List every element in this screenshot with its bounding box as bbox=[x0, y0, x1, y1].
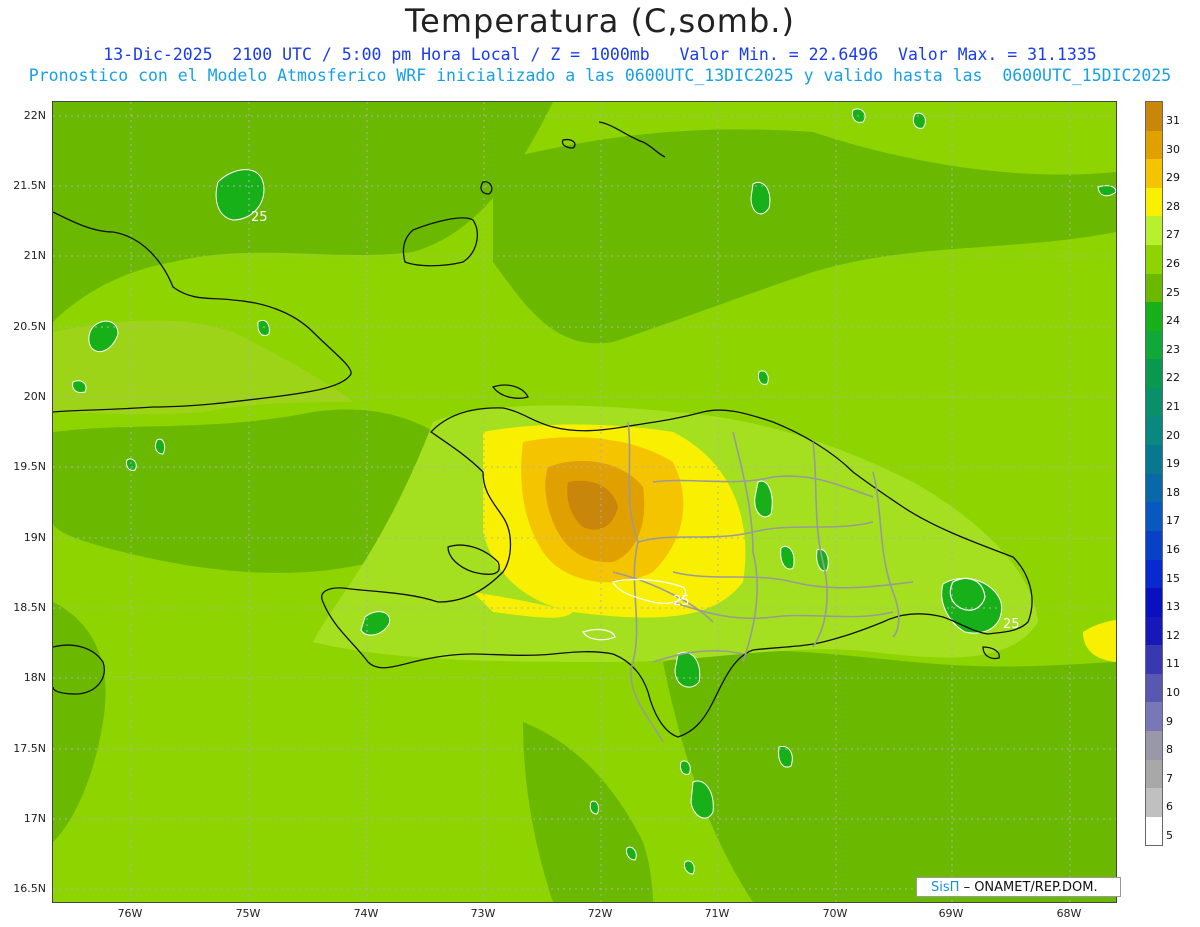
cool-spot bbox=[680, 760, 691, 775]
colorbar-segment bbox=[1146, 473, 1162, 503]
colorbar-label: 5 bbox=[1166, 829, 1173, 842]
colorbar-label: 7 bbox=[1166, 771, 1173, 785]
colorbar bbox=[1145, 101, 1163, 847]
x-tick-label: 72W bbox=[587, 907, 613, 920]
contour-label: 25 bbox=[251, 210, 268, 225]
colorbar-segment bbox=[1146, 359, 1162, 388]
colorbar-segment bbox=[1146, 530, 1162, 560]
x-tick-label: 73W bbox=[470, 907, 496, 920]
colorbar-label: 11 bbox=[1166, 657, 1180, 671]
colorbar-segment bbox=[1146, 616, 1162, 646]
colorbar-label: 22 bbox=[1166, 371, 1180, 385]
colorbar-segment bbox=[1146, 244, 1162, 274]
x-tick-label: 71W bbox=[704, 907, 730, 920]
colorbar-label: 25 bbox=[1166, 285, 1180, 299]
y-tick-label: 17.5N bbox=[13, 742, 46, 755]
colorbar-label: 8 bbox=[1166, 743, 1173, 757]
colorbar-segment bbox=[1146, 788, 1162, 817]
cool-spot bbox=[912, 112, 926, 129]
y-tick-label: 17N bbox=[23, 812, 46, 825]
colorbar-label: 19 bbox=[1166, 457, 1180, 471]
x-tick-label: 70W bbox=[822, 907, 848, 920]
colorbar-segment bbox=[1146, 702, 1162, 732]
colorbar-label: 31 bbox=[1166, 114, 1180, 127]
colorbar-segment bbox=[1146, 645, 1162, 674]
contour-label: 25 bbox=[1003, 617, 1020, 632]
colorbar-label: 27 bbox=[1166, 228, 1180, 242]
cool-spot bbox=[589, 800, 600, 815]
credit-text: – ONAMET/REP.DOM. bbox=[963, 880, 1098, 895]
x-tick-label: 69W bbox=[938, 907, 964, 920]
colorbar-segment bbox=[1146, 673, 1162, 703]
y-tick-label: 22N bbox=[23, 109, 46, 122]
y-tick-label: 18.5N bbox=[13, 601, 46, 614]
colorbar-segment bbox=[1146, 216, 1162, 245]
colorbar-segment bbox=[1146, 130, 1162, 160]
colorbar-label: 24 bbox=[1166, 314, 1180, 328]
subtitle-model-info: Pronostico con el Modelo Atmosferico WRF… bbox=[28, 66, 1172, 85]
colorbar-label: 28 bbox=[1166, 199, 1180, 213]
colorbar-segment bbox=[1146, 502, 1162, 531]
colorbar-segment bbox=[1146, 187, 1162, 217]
contour-label: 25 bbox=[673, 594, 690, 609]
colorbar-label: 16 bbox=[1166, 543, 1180, 556]
credit-box: SisΠ – ONAMET/REP.DOM. bbox=[916, 877, 1121, 897]
colorbar-segment bbox=[1146, 159, 1162, 188]
y-tick-label: 19.5N bbox=[13, 460, 46, 473]
x-tick-label: 74W bbox=[353, 907, 379, 920]
colorbar-segment bbox=[1146, 302, 1162, 331]
cool-spot bbox=[1097, 185, 1116, 197]
cool-spot bbox=[72, 380, 87, 393]
colorbar-label: 23 bbox=[1166, 342, 1180, 356]
map-canvas bbox=[53, 102, 1116, 902]
temperature-map[interactable]: 25 25 25 bbox=[52, 101, 1117, 903]
y-tick-label: 18N bbox=[23, 671, 46, 684]
colorbar-label: 26 bbox=[1166, 257, 1180, 270]
colorbar-label: 17 bbox=[1166, 514, 1180, 528]
colorbar-label: 15 bbox=[1166, 571, 1180, 585]
colorbar-segment bbox=[1146, 588, 1162, 617]
colorbar-segment bbox=[1146, 731, 1162, 760]
x-tick-label: 68W bbox=[1056, 907, 1082, 920]
colorbar-segment bbox=[1146, 416, 1162, 446]
colorbar-segment bbox=[1146, 816, 1162, 846]
colorbar-segment bbox=[1146, 759, 1162, 789]
map-title: Temperatura (C,somb.) bbox=[405, 2, 795, 40]
y-tick-label: 21N bbox=[23, 249, 46, 262]
colorbar-label: 20 bbox=[1166, 428, 1180, 442]
colorbar-label: 30 bbox=[1166, 142, 1180, 156]
y-tick-label: 20N bbox=[23, 390, 46, 403]
cool-spot bbox=[257, 319, 270, 336]
y-tick-label: 21.5N bbox=[13, 179, 46, 192]
colorbar-label: 21 bbox=[1166, 400, 1180, 413]
colorbar-segment bbox=[1146, 445, 1162, 474]
colorbar-segment bbox=[1146, 387, 1162, 417]
colorbar-segment bbox=[1146, 559, 1162, 589]
x-tick-label: 75W bbox=[235, 907, 261, 920]
colorbar-label: 9 bbox=[1166, 714, 1173, 728]
colorbar-label: 12 bbox=[1166, 628, 1180, 642]
y-tick-label: 19N bbox=[23, 531, 46, 544]
subtitle-date-stats: 13-Dic-2025 2100 UTC / 5:00 pm Hora Loca… bbox=[103, 45, 1097, 64]
colorbar-segment bbox=[1146, 102, 1162, 131]
colorbar-segment bbox=[1146, 330, 1162, 360]
y-tick-label: 20.5N bbox=[13, 320, 46, 333]
y-tick-label: 16.5N bbox=[13, 882, 46, 895]
colorbar-label: 13 bbox=[1166, 600, 1180, 614]
cool-spot bbox=[758, 370, 769, 385]
colorbar-label: 29 bbox=[1166, 171, 1180, 185]
colorbar-segment bbox=[1146, 273, 1162, 303]
colorbar-label: 6 bbox=[1166, 800, 1173, 814]
colorbar-label: 18 bbox=[1166, 485, 1180, 499]
x-tick-label: 76W bbox=[117, 907, 143, 920]
shade-26-south-east bbox=[663, 650, 1116, 902]
sis-logo-text: SisΠ bbox=[931, 880, 960, 895]
colorbar-label: 10 bbox=[1166, 686, 1180, 699]
